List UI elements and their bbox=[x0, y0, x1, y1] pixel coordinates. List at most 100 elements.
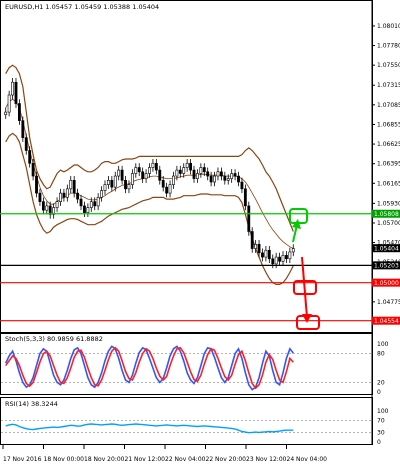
candle-body bbox=[230, 173, 234, 179]
y-tick-label: 1.07780 bbox=[377, 43, 400, 50]
rsi-line bbox=[5, 423, 294, 434]
candle-body bbox=[41, 201, 45, 211]
x-tick-label: 24 Nov 04:00 bbox=[287, 456, 328, 463]
candle-body bbox=[89, 201, 93, 208]
chart-canvas: EURUSD,H1 1.05457 1.05459 1.05388 1.0540… bbox=[0, 0, 400, 463]
candle-body bbox=[168, 184, 172, 194]
y-tick-label: 1.06395 bbox=[377, 161, 400, 168]
candle-body bbox=[127, 184, 131, 190]
candle-body bbox=[274, 256, 278, 265]
candle-body bbox=[107, 180, 110, 185]
candle-body bbox=[192, 169, 196, 179]
candle-body bbox=[161, 180, 165, 188]
candle-body bbox=[237, 175, 240, 183]
trade-annotations bbox=[289, 208, 320, 330]
candle-body bbox=[31, 162, 35, 177]
candle-body bbox=[76, 192, 80, 200]
candle-body bbox=[278, 256, 282, 262]
y-tick-label: 1.07085 bbox=[377, 102, 400, 109]
candle-body bbox=[223, 175, 227, 181]
candle-body bbox=[240, 181, 244, 190]
stoch-tick-label: 80 bbox=[377, 351, 385, 358]
rsi-tick-label: 0 bbox=[377, 439, 381, 446]
candle-body bbox=[264, 249, 268, 258]
x-tick-label: 21 Nov 12:00 bbox=[125, 456, 166, 463]
candle-body bbox=[35, 175, 38, 194]
y-tick-label: 1.08010 bbox=[377, 23, 400, 30]
candle-body bbox=[130, 173, 134, 185]
candle-body bbox=[226, 178, 230, 181]
candle-body bbox=[24, 137, 28, 151]
candle-body bbox=[182, 167, 186, 174]
candle-body bbox=[69, 180, 73, 190]
candle-body bbox=[96, 197, 100, 207]
candle-body bbox=[175, 169, 179, 177]
candle-body bbox=[113, 175, 117, 188]
candle-body bbox=[59, 192, 62, 202]
price-tag-label: 1.05000 bbox=[374, 280, 399, 287]
x-tick-label: 17 Nov 2016 bbox=[3, 456, 42, 463]
rsi-tick-label: 100 bbox=[377, 408, 389, 415]
candle-body bbox=[83, 205, 86, 214]
x-tick-label: 22 Nov 04:00 bbox=[165, 456, 206, 463]
rsi-tick-label: 30 bbox=[377, 430, 385, 437]
candle-body bbox=[261, 252, 264, 258]
red-arrowhead bbox=[302, 314, 312, 323]
candle-body bbox=[86, 207, 90, 214]
y-tick-label: 1.07315 bbox=[377, 82, 400, 89]
stoch-tick-label: 20 bbox=[377, 379, 385, 386]
candle-body bbox=[38, 192, 42, 202]
candle-body bbox=[271, 258, 275, 265]
candle-body bbox=[141, 171, 145, 179]
candle-body bbox=[250, 231, 254, 249]
candle-body bbox=[189, 162, 192, 171]
candle-body bbox=[257, 243, 261, 254]
candle-body bbox=[148, 167, 151, 174]
stoch-tick-label: 0 bbox=[377, 389, 381, 396]
candle-body bbox=[202, 167, 206, 173]
rsi-tick-label: 70 bbox=[377, 417, 385, 424]
candle-body bbox=[288, 251, 292, 260]
horizontal-levels bbox=[0, 213, 372, 322]
candle-body bbox=[172, 175, 175, 185]
candle-body bbox=[4, 111, 8, 115]
y-tick-label: 1.04775 bbox=[377, 299, 400, 306]
y-tick-label: 1.05700 bbox=[377, 220, 400, 227]
candle-body bbox=[93, 201, 97, 207]
x-tick-label: 23 Nov 12:00 bbox=[246, 456, 287, 463]
candle-body bbox=[100, 190, 103, 198]
candle-body bbox=[267, 249, 271, 260]
stoch-tick-label: 100 bbox=[377, 341, 389, 348]
candle-body bbox=[209, 175, 213, 183]
candle-body bbox=[285, 255, 288, 260]
chart-frame bbox=[0, 0, 373, 445]
candle-body bbox=[196, 173, 199, 179]
y-tick-label: 1.07550 bbox=[377, 62, 400, 69]
rsi-panel: 100 70 30 0 bbox=[1, 408, 389, 446]
candle-body bbox=[291, 248, 295, 253]
candles bbox=[4, 77, 295, 269]
candle-body bbox=[124, 180, 127, 190]
price-tags: 1.05808 1.05404 1.05203 1.05000 1.04554 bbox=[372, 209, 400, 325]
candle-body bbox=[206, 171, 210, 177]
candle-body bbox=[199, 167, 203, 174]
x-tick-label: 18 Nov 20:00 bbox=[84, 456, 125, 463]
candle-body bbox=[219, 171, 223, 177]
candle-body bbox=[243, 188, 247, 207]
candle-body bbox=[213, 175, 216, 183]
candle-body bbox=[110, 180, 114, 188]
rsi-title: RSI(14) 38.3244 bbox=[5, 400, 58, 408]
candle-body bbox=[158, 169, 162, 181]
candle-body bbox=[247, 205, 251, 232]
candle-body bbox=[216, 171, 220, 177]
y-tick-label: 1.06165 bbox=[377, 180, 400, 187]
candle-body bbox=[79, 198, 83, 207]
candle-body bbox=[233, 173, 237, 177]
candle-body bbox=[151, 162, 155, 168]
candle-body bbox=[21, 120, 25, 138]
candle-body bbox=[103, 184, 107, 191]
candle-body bbox=[17, 103, 21, 121]
candle-body bbox=[62, 192, 66, 198]
candle-body bbox=[134, 167, 138, 174]
price-tag-label: 1.05808 bbox=[374, 211, 399, 218]
